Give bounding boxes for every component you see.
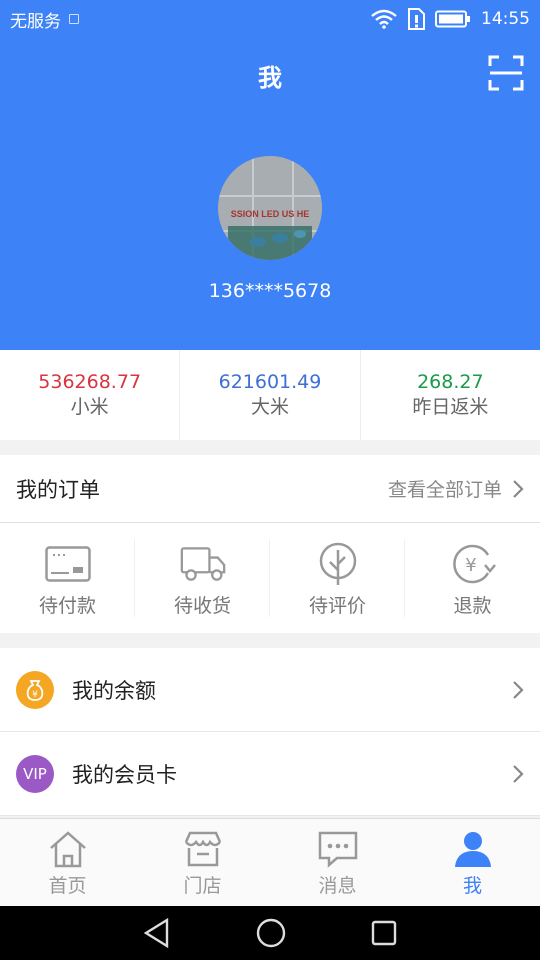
user-icon: [452, 829, 494, 869]
system-nav-bar: [0, 906, 540, 960]
order-refund[interactable]: ¥ 退款: [405, 523, 540, 633]
stat-label: 大米: [250, 396, 289, 418]
clock-text: 14:55: [481, 9, 530, 29]
tab-me[interactable]: 我: [405, 819, 540, 906]
tab-label: 我: [462, 875, 482, 897]
tab-store[interactable]: 门店: [135, 819, 270, 906]
home-nav-icon[interactable]: [256, 918, 286, 948]
back-icon[interactable]: [143, 918, 171, 948]
stat-label: 昨日返米: [412, 396, 489, 418]
page-title: 我: [258, 64, 282, 92]
stat-yesterday-return[interactable]: 268.27 昨日返米: [361, 350, 540, 440]
carrier-text: 无服务: [10, 11, 61, 32]
avatar[interactable]: SSION LED US HE: [218, 156, 322, 260]
recents-icon[interactable]: [371, 920, 397, 946]
menu-my-membership-card[interactable]: VIP 我的会员卡: [0, 732, 540, 816]
order-status-row: 待付款 待收货 待评价 ¥ 退款: [0, 523, 540, 633]
menu-label: 我的余额: [72, 678, 156, 703]
chevron-right-icon: [513, 680, 524, 699]
refund-icon: ¥: [450, 543, 496, 585]
message-icon: [317, 829, 359, 869]
profile-header: 我 SSION LED US HE 136****5678: [0, 38, 540, 350]
bottom-tab-bar: 首页 门店 消息 我: [0, 818, 540, 906]
avatar-photo-text: SSION LED US HE: [231, 209, 310, 219]
stat-dami[interactable]: 621601.49 大米: [180, 350, 361, 440]
svg-text:¥: ¥: [465, 555, 476, 576]
vip-icon: VIP: [16, 754, 54, 793]
chevron-right-icon: [513, 764, 524, 783]
stat-value: 536268.77: [38, 371, 142, 393]
money-bag-icon: ¥: [16, 670, 54, 709]
order-status-label: 待评价: [308, 595, 366, 617]
stat-label: 小米: [70, 396, 109, 418]
order-pending-payment[interactable]: 待付款: [0, 523, 135, 633]
orders-header: 我的订单 查看全部订单: [0, 455, 540, 523]
truck-icon: [180, 543, 226, 585]
view-all-orders-link[interactable]: 查看全部订单: [388, 475, 524, 502]
stat-value: 621601.49: [218, 371, 322, 393]
tree-icon: [315, 542, 361, 585]
wallet-icon: [44, 543, 91, 585]
menu-my-balance[interactable]: ¥ 我的余额: [0, 648, 540, 732]
tab-label: 门店: [183, 875, 222, 897]
menu-icon-glyph: ¥: [32, 690, 38, 700]
image-notification-icon: [69, 14, 79, 24]
tab-messages[interactable]: 消息: [270, 819, 405, 906]
tab-label: 消息: [318, 875, 357, 897]
account-menu: ¥ 我的余额 VIP 我的会员卡: [0, 648, 540, 816]
battery-icon: [435, 10, 470, 28]
order-status-label: 退款: [453, 595, 492, 617]
store-icon: [182, 829, 224, 869]
orders-title: 我的订单: [16, 477, 100, 502]
order-pending-delivery[interactable]: 待收货: [135, 523, 270, 633]
order-pending-review[interactable]: 待评价: [270, 523, 405, 633]
order-status-label: 待付款: [38, 595, 96, 617]
balance-stats: 536268.77 小米 621601.49 大米 268.27 昨日返米: [0, 350, 540, 440]
stat-value: 268.27: [417, 371, 484, 393]
sim-alert-icon: [408, 8, 425, 30]
wifi-icon: [371, 9, 397, 29]
scan-icon[interactable]: [488, 55, 524, 91]
view-all-orders-label: 查看全部订单: [387, 479, 502, 501]
stat-xiaomi[interactable]: 536268.77 小米: [0, 350, 181, 440]
chevron-right-icon: [513, 479, 524, 498]
home-icon: [47, 829, 89, 869]
tab-home[interactable]: 首页: [0, 819, 135, 906]
status-bar: 无服务 14:55: [0, 0, 540, 38]
order-status-label: 待收货: [173, 595, 231, 617]
tab-label: 首页: [48, 875, 87, 897]
menu-label: 我的会员卡: [72, 762, 177, 787]
user-phone: 136****5678: [208, 280, 332, 302]
